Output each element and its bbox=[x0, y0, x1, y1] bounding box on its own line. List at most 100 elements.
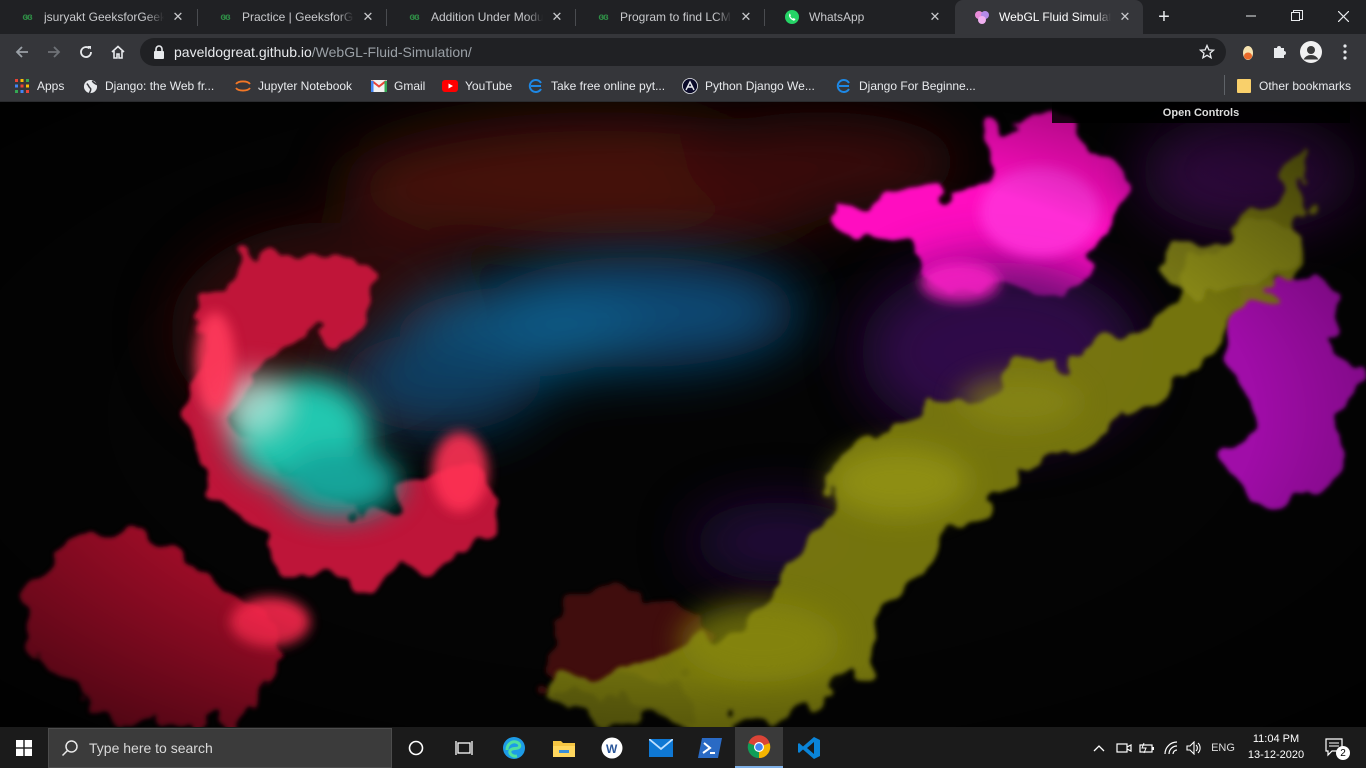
language-indicator[interactable]: ENG bbox=[1208, 727, 1238, 768]
geeksforgeeks-icon: ɞɞ bbox=[409, 11, 419, 23]
edx-icon bbox=[836, 78, 852, 94]
volume-icon[interactable] bbox=[1184, 727, 1204, 768]
profile-avatar[interactable] bbox=[1300, 41, 1322, 63]
bookmark-label: Django For Beginne... bbox=[859, 79, 976, 93]
extension-icon[interactable] bbox=[1237, 41, 1259, 63]
close-icon[interactable]: ✕ bbox=[170, 9, 186, 25]
wifi-icon[interactable] bbox=[1161, 727, 1181, 768]
reload-button[interactable] bbox=[74, 40, 98, 64]
word-icon[interactable]: W bbox=[588, 727, 636, 768]
tab-title: WebGL Fluid Simulation bbox=[999, 10, 1111, 24]
windows-logo-icon bbox=[16, 739, 32, 756]
new-tab-button[interactable]: + bbox=[1152, 6, 1176, 28]
folder-icon bbox=[1236, 78, 1252, 94]
geeksforgeeks-icon: ɞɞ bbox=[220, 11, 230, 23]
bookmark-jupyter[interactable]: Jupyter Notebook bbox=[235, 76, 352, 96]
close-icon[interactable]: ✕ bbox=[1117, 9, 1133, 25]
home-button[interactable] bbox=[106, 40, 130, 64]
url-text: paveldogreat.github.io/WebGL-Fluid-Simul… bbox=[174, 44, 472, 60]
globe-icon bbox=[82, 78, 98, 94]
apps-grid-icon bbox=[14, 78, 30, 94]
bookmarks-bar: Apps Django: the Web fr... Jupyter Noteb… bbox=[0, 70, 1366, 102]
powershell-icon[interactable] bbox=[686, 727, 734, 768]
geeksforgeeks-icon: ɞɞ bbox=[598, 11, 608, 23]
clock-date: 13-12-2020 bbox=[1247, 749, 1305, 761]
address-bar[interactable]: paveldogreat.github.io/WebGL-Fluid-Simul… bbox=[140, 38, 1226, 66]
close-icon[interactable]: ✕ bbox=[360, 9, 376, 25]
meet-now-icon[interactable] bbox=[1114, 727, 1134, 768]
close-window-button[interactable] bbox=[1320, 0, 1366, 32]
bookmark-label: Python Django We... bbox=[705, 79, 815, 93]
notifications-count-badge: 2 bbox=[1336, 746, 1350, 760]
youtube-icon bbox=[442, 78, 458, 94]
geeksforgeeks-icon: ɞɞ bbox=[22, 11, 32, 23]
webgl-fluid-page: Open Controls bbox=[0, 102, 1366, 727]
forward-button[interactable] bbox=[42, 40, 66, 64]
edge-icon[interactable] bbox=[490, 727, 538, 768]
bookmark-star-icon[interactable] bbox=[1198, 43, 1216, 61]
tab-lcm-program[interactable]: ɞɞ Program to find LCM of two numbers ✕ bbox=[576, 0, 764, 34]
file-explorer-icon[interactable] bbox=[540, 727, 588, 768]
forward-arrow-icon bbox=[48, 46, 61, 58]
bookmark-label: Django: the Web fr... bbox=[105, 79, 215, 93]
menu-kebab-icon[interactable] bbox=[1334, 41, 1356, 63]
tab-addition-under-modulo[interactable]: ɞɞ Addition Under Modulo ✕ bbox=[387, 0, 575, 34]
bookmark-python-django[interactable]: Python Django We... bbox=[682, 76, 815, 96]
system-clock[interactable]: 11:04 PM 13-12-2020 bbox=[1240, 731, 1312, 763]
restore-button[interactable] bbox=[1274, 0, 1320, 32]
restore-icon bbox=[1291, 10, 1303, 21]
fluid-simulation-canvas[interactable] bbox=[0, 102, 1366, 727]
reload-icon bbox=[80, 46, 92, 58]
edx-icon bbox=[528, 78, 544, 94]
minimize-button[interactable] bbox=[1228, 0, 1274, 32]
vscode-icon[interactable] bbox=[785, 727, 833, 768]
bookmark-label: Apps bbox=[37, 79, 65, 93]
taskbar-search-box[interactable]: Type here to search bbox=[48, 728, 392, 768]
lock-icon[interactable] bbox=[152, 45, 166, 59]
webgl-fluid-icon bbox=[973, 9, 991, 25]
bookmark-apps[interactable]: Apps bbox=[14, 76, 64, 96]
tab-whatsapp[interactable]: WhatsApp ✕ bbox=[765, 0, 953, 34]
back-arrow-icon bbox=[15, 46, 28, 58]
close-icon bbox=[1337, 10, 1349, 22]
extensions-puzzle-icon[interactable] bbox=[1268, 41, 1290, 63]
back-button[interactable] bbox=[10, 40, 34, 64]
search-icon bbox=[61, 739, 79, 757]
bookmark-django-beginners[interactable]: Django For Beginne... bbox=[836, 76, 976, 96]
start-button[interactable] bbox=[0, 727, 48, 768]
tab-jsuryakt[interactable]: ɞɞ jsuryakt GeeksforGeeks ✕ bbox=[0, 0, 196, 34]
browser-toolbar: paveldogreat.github.io/WebGL-Fluid-Simul… bbox=[0, 34, 1366, 70]
tab-practice[interactable]: ɞɞ Practice | GeeksforGeeks ✕ bbox=[198, 0, 386, 34]
close-icon[interactable]: ✕ bbox=[927, 9, 943, 25]
close-icon[interactable]: ✕ bbox=[549, 9, 565, 25]
bookmark-youtube[interactable]: YouTube bbox=[442, 76, 512, 96]
tab-webgl-fluid-simulation[interactable]: WebGL Fluid Simulation ✕ bbox=[955, 0, 1143, 34]
jupyter-icon bbox=[235, 78, 251, 94]
tab-strip: ɞɞ jsuryakt GeeksforGeeks ✕ ɞɞ Practice … bbox=[0, 0, 1366, 34]
bookmarks-separator bbox=[1224, 75, 1225, 95]
battery-icon[interactable] bbox=[1137, 727, 1157, 768]
bookmark-label: YouTube bbox=[465, 79, 513, 93]
tab-title: Addition Under Modulo bbox=[431, 10, 543, 24]
open-controls-button[interactable]: Open Controls bbox=[1052, 102, 1350, 123]
bookmark-other-bookmarks[interactable]: Other bookmarks bbox=[1236, 76, 1351, 96]
notifications-button[interactable]: 2 bbox=[1316, 727, 1356, 768]
clock-time: 11:04 PM bbox=[1252, 733, 1300, 745]
tab-title: WhatsApp bbox=[809, 10, 865, 24]
bookmark-label: Take free online pyt... bbox=[551, 79, 666, 93]
bookmark-django-web[interactable]: Django: the Web fr... bbox=[82, 76, 214, 96]
gmail-icon bbox=[371, 78, 387, 94]
chrome-icon[interactable] bbox=[735, 727, 783, 768]
show-hidden-icons-chevron-up-icon[interactable] bbox=[1088, 727, 1110, 768]
cortana-icon[interactable] bbox=[392, 727, 440, 768]
home-icon bbox=[111, 45, 125, 59]
bookmark-label: Jupyter Notebook bbox=[258, 79, 353, 93]
url-host: paveldogreat.github.io bbox=[174, 44, 312, 60]
task-view-icon[interactable] bbox=[440, 727, 488, 768]
bookmark-edx-python[interactable]: Take free online pyt... bbox=[528, 76, 665, 96]
close-icon[interactable]: ✕ bbox=[738, 9, 754, 25]
bookmark-gmail[interactable]: Gmail bbox=[371, 76, 425, 96]
bookmark-label: Gmail bbox=[394, 79, 426, 93]
minimize-icon bbox=[1246, 15, 1256, 17]
mail-icon[interactable] bbox=[637, 727, 685, 768]
